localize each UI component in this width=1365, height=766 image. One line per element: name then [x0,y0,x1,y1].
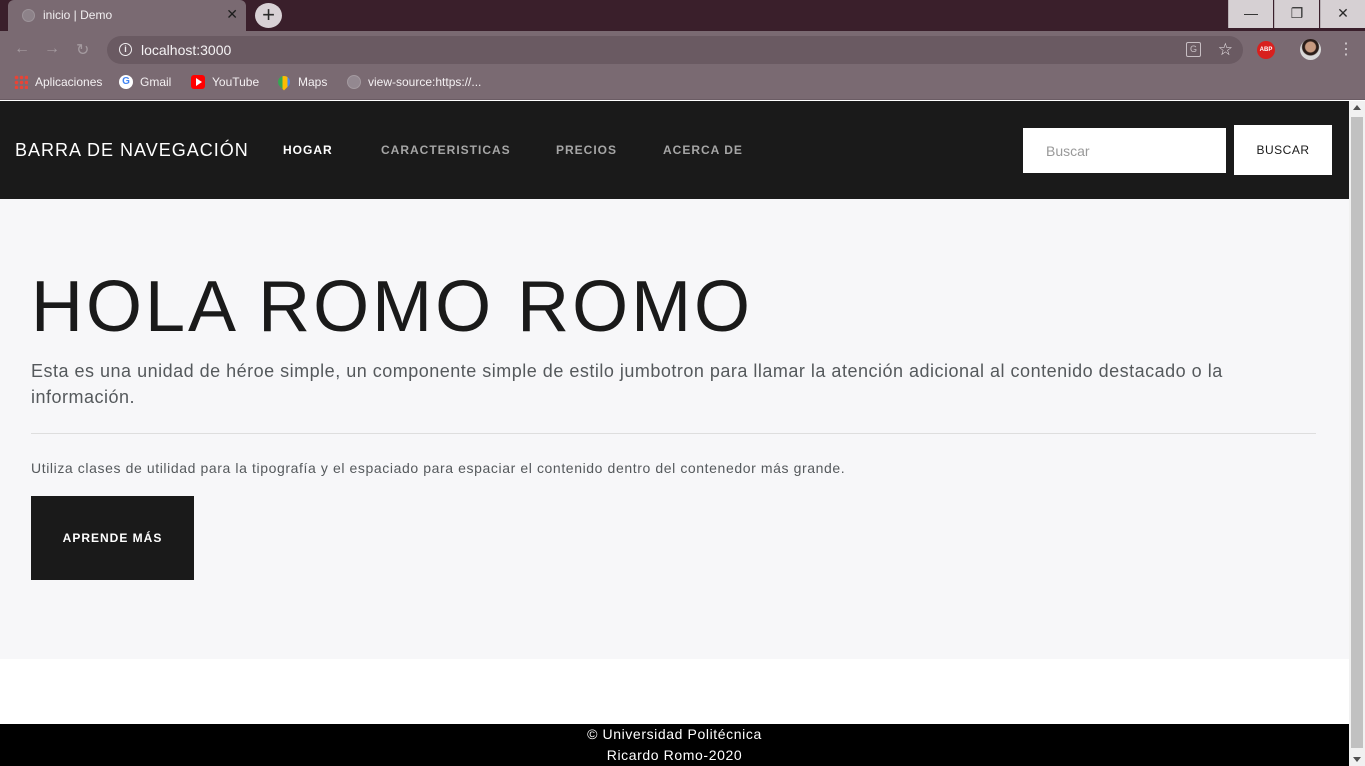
tab-title: inicio | Demo [43,8,113,22]
restore-button[interactable]: ❐ [1274,0,1319,28]
bookmark-youtube[interactable]: YouTube [191,75,259,89]
nav-link-precios[interactable]: PRECIOS [556,143,617,157]
address-bar[interactable]: i localhost:3000 G ☆ [107,36,1243,64]
footer-line-1: © Universidad Politécnica [587,726,762,742]
nav-link-acerca-de[interactable]: ACERCA DE [663,143,743,157]
scroll-down-icon[interactable] [1353,757,1361,762]
globe-icon [347,75,361,89]
body-text: Utiliza clases de utilidad para la tipog… [31,460,846,476]
maps-icon [275,73,293,91]
globe-icon [22,9,35,22]
scrollbar[interactable] [1349,101,1365,766]
jumbotron: HOLA ROMO ROMO Esta es una unidad de hér… [0,199,1349,659]
divider [31,433,1316,434]
youtube-icon [191,75,205,89]
star-icon[interactable]: ☆ [1218,40,1233,60]
nav-link-hogar[interactable]: HOGAR [283,143,333,157]
navbar-brand[interactable]: BARRA DE NAVEGACIÓN [15,140,249,161]
lead-text: Esta es una unidad de héroe simple, un c… [31,361,1223,407]
url-text[interactable]: localhost:3000 [141,42,231,58]
bookmark-maps[interactable]: Maps [275,73,328,91]
close-tab-icon[interactable]: ✕ [226,6,238,22]
search-button[interactable]: BUSCAR [1234,125,1332,175]
scroll-thumb[interactable] [1351,117,1363,748]
apps-icon [14,75,28,89]
translate-icon[interactable]: G [1186,42,1201,57]
new-tab-button[interactable]: + [255,3,282,28]
abp-icon[interactable]: ABP [1257,41,1275,59]
browser-toolbar: ← → ↻ i localhost:3000 G ☆ ABP ⋮ [0,31,1365,68]
avatar[interactable] [1300,39,1321,60]
bookmark-label: YouTube [212,75,260,89]
bookmarks-bar: Aplicaciones G Gmail YouTube Maps view-s… [0,68,1365,100]
info-icon[interactable]: i [119,43,132,56]
site-navbar: BARRA DE NAVEGACIÓN HOGAR CARACTERISTICA… [0,101,1349,199]
forward-icon[interactable]: → [44,40,60,58]
menu-icon[interactable]: ⋮ [1338,39,1354,59]
bookmark-label: view-source:https://... [368,75,482,89]
browser-tab[interactable]: inicio | Demo ✕ [8,0,246,31]
bookmark-label: Aplicaciones [35,75,103,89]
gmail-icon: G [119,75,133,89]
browser-tab-strip: inicio | Demo ✕ + — ❐ ✕ [0,0,1365,31]
close-window-button[interactable]: ✕ [1320,0,1365,28]
scroll-up-icon[interactable] [1353,105,1361,110]
back-icon[interactable]: ← [14,40,30,58]
page-title: HOLA ROMO ROMO [31,267,754,347]
learn-more-button[interactable]: APRENDE MÁS [31,496,194,580]
bookmark-label: Maps [298,75,328,89]
search-input[interactable] [1023,128,1226,173]
footer-line-2: Ricardo Romo-2020 [606,747,743,763]
page-viewport: BARRA DE NAVEGACIÓN HOGAR CARACTERISTICA… [0,101,1349,766]
bookmark-gmail[interactable]: G Gmail [119,75,171,89]
reload-icon[interactable]: ↻ [76,40,89,60]
footer: © Universidad Politécnica Ricardo Romo-2… [0,724,1349,766]
bookmark-aplicaciones[interactable]: Aplicaciones [14,75,102,89]
nav-link-caracteristicas[interactable]: CARACTERISTICAS [381,143,511,157]
minimize-button[interactable]: — [1228,0,1273,28]
bookmark-view-source[interactable]: view-source:https://... [347,75,481,89]
bookmark-label: Gmail [140,75,172,89]
